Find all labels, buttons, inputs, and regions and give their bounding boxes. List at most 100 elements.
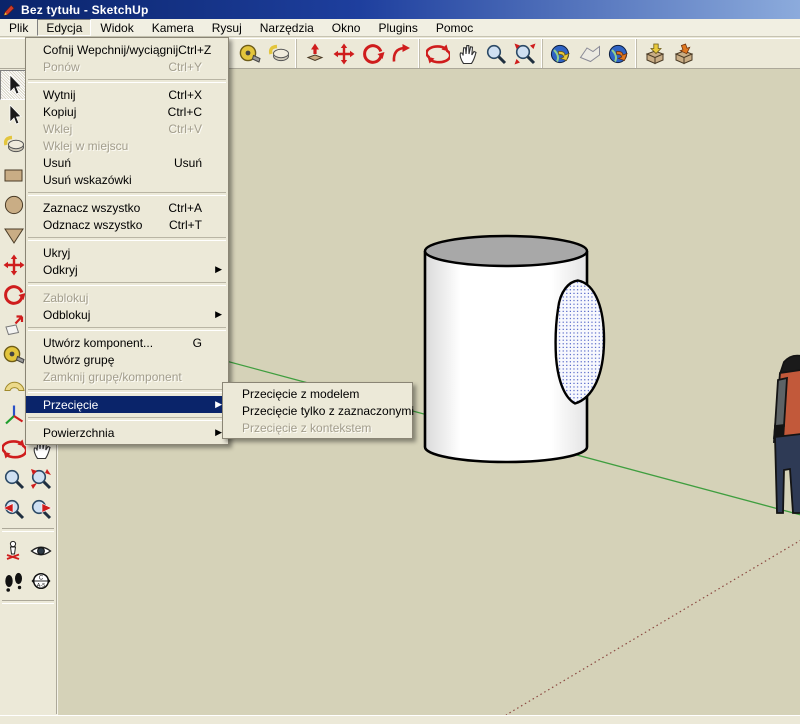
protractor-button[interactable] xyxy=(0,370,27,400)
menubar-item-rysuj[interactable]: Rysuj xyxy=(203,19,251,36)
menu-item-przecięcie[interactable]: Przecięcie▶ xyxy=(26,396,228,413)
menu-item-shortcut: Ctrl+X xyxy=(168,88,222,102)
rectangle-tool-button[interactable] xyxy=(0,160,27,190)
menu-item-kopiuj[interactable]: KopiujCtrl+C xyxy=(26,103,228,120)
menu-item-odkryj[interactable]: Odkryj▶ xyxy=(26,261,228,278)
menu-item-przecięcie-z-kontekstem: Przecięcie z kontekstem xyxy=(223,419,412,436)
left-toolbar-row xyxy=(0,464,56,494)
push-pull-button[interactable] xyxy=(300,40,329,67)
scale-button[interactable] xyxy=(0,310,27,340)
menu-item-label: Zaznacz wszystko xyxy=(43,201,140,215)
left-toolbar-row xyxy=(0,536,56,566)
scale-figure[interactable] xyxy=(774,356,800,513)
follow-me-button[interactable] xyxy=(387,40,416,67)
menu-item-wytnij[interactable]: WytnijCtrl+X xyxy=(26,86,228,103)
zoom-next-button[interactable] xyxy=(27,494,54,524)
menu-item-odznacz-wszystko[interactable]: Odznacz wszystko Ctrl+T xyxy=(26,216,228,233)
walk-icon xyxy=(2,569,26,593)
zoom-window-button[interactable] xyxy=(27,464,54,494)
menu-item-label: Cofnij Wepchnij/wyciągnij xyxy=(43,43,178,57)
section-marker-button[interactable]: CA-5 xyxy=(27,566,54,596)
move-icon xyxy=(332,42,356,66)
axes-button[interactable] xyxy=(0,400,27,430)
tape-measure-button[interactable] xyxy=(235,40,264,67)
menu-separator xyxy=(28,389,226,393)
menu-item-shortcut: Ctrl+T xyxy=(169,218,222,232)
menu-item-label: Ukryj xyxy=(43,246,70,260)
menubar-item-plugins[interactable]: Plugins xyxy=(369,19,426,36)
menubar-item-plik[interactable]: Plik xyxy=(0,19,37,36)
cylinder-top-face[interactable] xyxy=(425,236,587,266)
paint-bucket-button[interactable] xyxy=(264,40,293,67)
menu-item-ukryj[interactable]: Ukryj xyxy=(26,244,228,261)
select-button[interactable] xyxy=(0,70,27,100)
menu-item-utwórz-komponent-[interactable]: Utwórz komponent...G xyxy=(26,334,228,351)
menubar-item-widok[interactable]: Widok xyxy=(91,19,142,36)
menubar-item-kamera[interactable]: Kamera xyxy=(143,19,203,36)
move-icon xyxy=(2,253,26,277)
look-around-button[interactable] xyxy=(27,536,54,566)
position-camera-button[interactable] xyxy=(0,536,27,566)
menu-item-usuń-wskazówki[interactable]: Usuń wskazówki xyxy=(26,171,228,188)
zoom-button[interactable] xyxy=(481,40,510,67)
menu-item-zaznacz-wszystko[interactable]: Zaznacz wszystkoCtrl+A xyxy=(26,199,228,216)
selected-handle-face[interactable] xyxy=(556,281,604,404)
move-button[interactable] xyxy=(0,250,27,280)
menu-item-cofnij-wepchnij-wyciągnij[interactable]: Cofnij Wepchnij/wyciągnijCtrl+Z xyxy=(26,41,228,58)
polygon-tool-button[interactable] xyxy=(0,220,27,250)
pan-button[interactable] xyxy=(452,40,481,67)
toolbar-divider xyxy=(2,528,54,532)
circle-tool-button[interactable] xyxy=(0,190,27,220)
cylinder-model[interactable] xyxy=(425,236,604,462)
zoom-next-icon xyxy=(29,497,53,521)
menu-item-utwórz-grupę[interactable]: Utwórz grupę xyxy=(26,351,228,368)
menu-item-odblokuj[interactable]: Odblokuj▶ xyxy=(26,306,228,323)
edit-menu-dropdown: Cofnij Wepchnij/wyciągnijCtrl+ZPonówCtrl… xyxy=(25,37,229,445)
position-camera-icon xyxy=(2,539,26,563)
menu-item-wklej-w-miejscu: Wklej w miejscu xyxy=(26,137,228,154)
menu-separator xyxy=(28,282,226,286)
menu-separator xyxy=(28,417,226,421)
rotate-button[interactable] xyxy=(358,40,387,67)
menubar-item-okno[interactable]: Okno xyxy=(323,19,370,36)
orbit-button[interactable] xyxy=(423,40,452,67)
menu-item-zablokuj: Zablokuj xyxy=(26,289,228,306)
menu-separator xyxy=(28,79,226,83)
orbit-button[interactable] xyxy=(0,434,27,464)
menu-item-przecięcie-z-modelem[interactable]: Przecięcie z modelem xyxy=(223,385,412,402)
menubar-item-pomoc[interactable]: Pomoc xyxy=(427,19,482,36)
zoom-window-icon xyxy=(29,467,53,491)
place-model-button[interactable] xyxy=(604,40,633,67)
axes-icon xyxy=(2,403,26,427)
pan-icon xyxy=(455,42,479,66)
move-button[interactable] xyxy=(329,40,358,67)
share-models-button[interactable] xyxy=(669,40,698,67)
tape-measure-button[interactable] xyxy=(0,340,27,370)
menu-item-usuń[interactable]: UsuńUsuń xyxy=(26,154,228,171)
rectangle-tool-icon xyxy=(2,163,26,187)
orbit-icon xyxy=(2,437,26,461)
walk-button[interactable] xyxy=(0,566,27,596)
get-current-view-button[interactable] xyxy=(546,40,575,67)
zoom-icon xyxy=(484,42,508,66)
toggle-terrain-button[interactable] xyxy=(575,40,604,67)
get-models-button[interactable] xyxy=(640,40,669,67)
menubar-item-narzędzia[interactable]: Narzędzia xyxy=(251,19,323,36)
menubar-item-edycja[interactable]: Edycja xyxy=(37,19,91,36)
zoom-button[interactable] xyxy=(0,464,27,494)
pencil-icon xyxy=(3,3,17,17)
menu-item-przecięcie-tylko-z-zaznaczonymi[interactable]: Przecięcie tylko z zaznaczonymi xyxy=(223,402,412,419)
zoom-extents-button[interactable] xyxy=(510,40,539,67)
menu-bar: PlikEdycjaWidokKameraRysujNarzędziaOknoP… xyxy=(0,19,800,37)
zoom-previous-button[interactable] xyxy=(0,494,27,524)
menu-item-label: Odznacz wszystko xyxy=(43,218,142,232)
menu-item-powierzchnia[interactable]: Powierzchnia▶ xyxy=(26,424,228,441)
left-toolbar-row: CA-5 xyxy=(0,566,56,596)
menu-item-label: Wklej xyxy=(43,122,72,136)
toolbar-group xyxy=(232,39,296,68)
menu-item-label: Kopiuj xyxy=(43,105,76,119)
red-dotted-axis-line xyxy=(506,540,800,715)
rotate-button[interactable] xyxy=(0,280,27,310)
paint-bucket-button[interactable] xyxy=(0,130,27,160)
arrow-tool-button[interactable] xyxy=(0,100,27,130)
